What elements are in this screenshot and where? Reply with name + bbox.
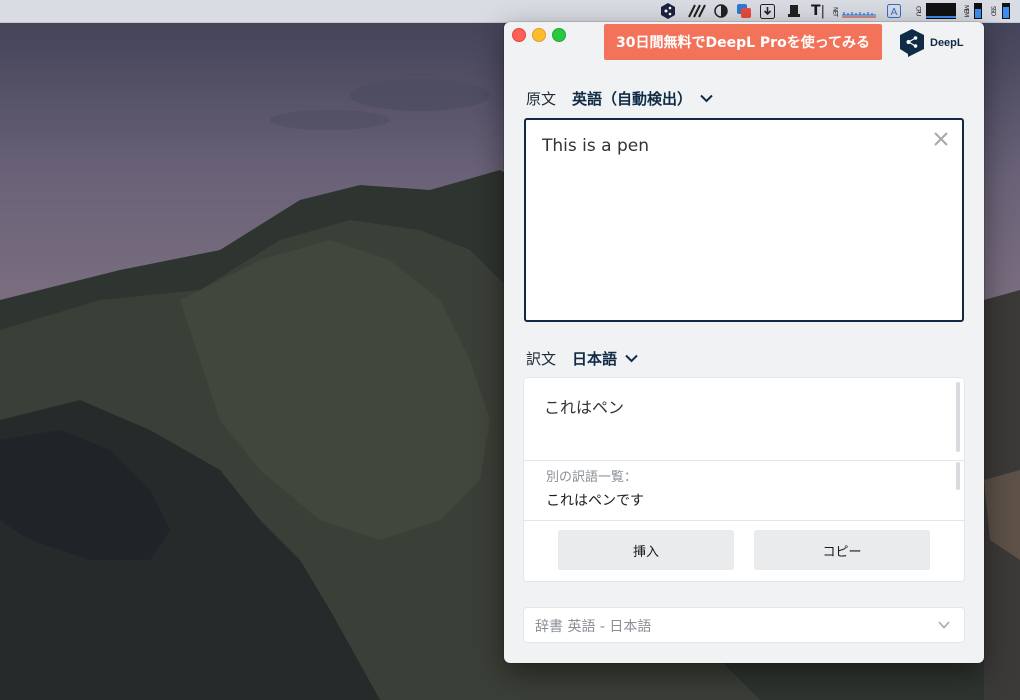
zoom-window-button[interactable] <box>552 28 566 42</box>
promo-banner[interactable]: 30日間無料でDeepL Proを使ってみる <box>604 24 882 60</box>
dictionary-dropdown[interactable]: 辞書 英語 - 日本語 <box>524 608 964 642</box>
contrast-icon[interactable] <box>713 3 729 19</box>
deepl-brand: DeepL <box>900 29 964 57</box>
cpu-label: CPU <box>914 6 922 16</box>
font-book-icon[interactable]: A <box>886 3 902 19</box>
net-label: NET <box>831 6 839 16</box>
hat-icon[interactable] <box>786 3 802 19</box>
target-language-value: 日本語 <box>572 350 618 368</box>
mem-label: MEM <box>962 5 970 17</box>
close-window-button[interactable] <box>512 28 526 42</box>
script-editor-icon[interactable] <box>688 3 706 19</box>
dictionary-label: 辞書 英語 - 日本語 <box>535 619 652 635</box>
translation-scrollbar[interactable] <box>956 382 960 452</box>
cpu-graph-icon[interactable] <box>926 3 956 19</box>
net-graph-icon[interactable] <box>842 3 876 19</box>
target-label: 訳文 <box>526 350 557 368</box>
chevron-down-icon <box>700 94 713 103</box>
brand-name: DeepL <box>930 37 964 49</box>
source-text-area[interactable]: This is a pen <box>524 118 964 322</box>
deepl-menubar-icon[interactable] <box>660 3 676 19</box>
mem-bar-icon[interactable] <box>973 3 983 19</box>
screen-capture-icon[interactable] <box>735 3 753 19</box>
chevron-down-icon <box>938 621 950 629</box>
copy-button[interactable]: コピー <box>754 530 930 570</box>
translation-text[interactable]: これはペン <box>544 394 624 418</box>
source-text: This is a pen <box>542 136 649 156</box>
close-icon[interactable] <box>932 130 950 148</box>
source-language-row: 原文 英語（自動検出） <box>526 88 713 109</box>
alternatives-title: 別の訳語一覧： <box>546 470 638 485</box>
deepl-logo-icon <box>900 29 924 57</box>
target-language-row: 訳文 日本語 <box>526 348 638 369</box>
divider <box>524 460 964 461</box>
alternative-item[interactable]: これはペンです <box>546 490 644 510</box>
ssd-label: SSD <box>989 6 997 16</box>
menu-bar: T | NET A CPU MEM SSD <box>0 0 1020 23</box>
minimize-window-button[interactable] <box>532 28 546 42</box>
divider <box>524 520 964 521</box>
svg-text:A: A <box>891 7 898 18</box>
source-language-select[interactable]: 英語（自動検出） <box>572 88 713 109</box>
chevron-down-icon <box>625 354 638 363</box>
source-language-value: 英語（自動検出） <box>572 90 693 108</box>
deepl-window: 30日間無料でDeepL Proを使ってみる DeepL 原文 英語（自動検出）… <box>504 22 984 663</box>
download-icon[interactable] <box>759 3 776 19</box>
ssd-bar-icon[interactable] <box>1001 3 1011 19</box>
text-icon[interactable]: T | <box>809 3 827 19</box>
insert-button[interactable]: 挿入 <box>558 530 734 570</box>
translation-panel: これはペン 別の訳語一覧： これはペンです 挿入 コピー <box>524 378 964 581</box>
target-language-select[interactable]: 日本語 <box>572 348 638 369</box>
source-label: 原文 <box>526 90 557 108</box>
alternatives-scrollbar[interactable] <box>956 462 960 490</box>
